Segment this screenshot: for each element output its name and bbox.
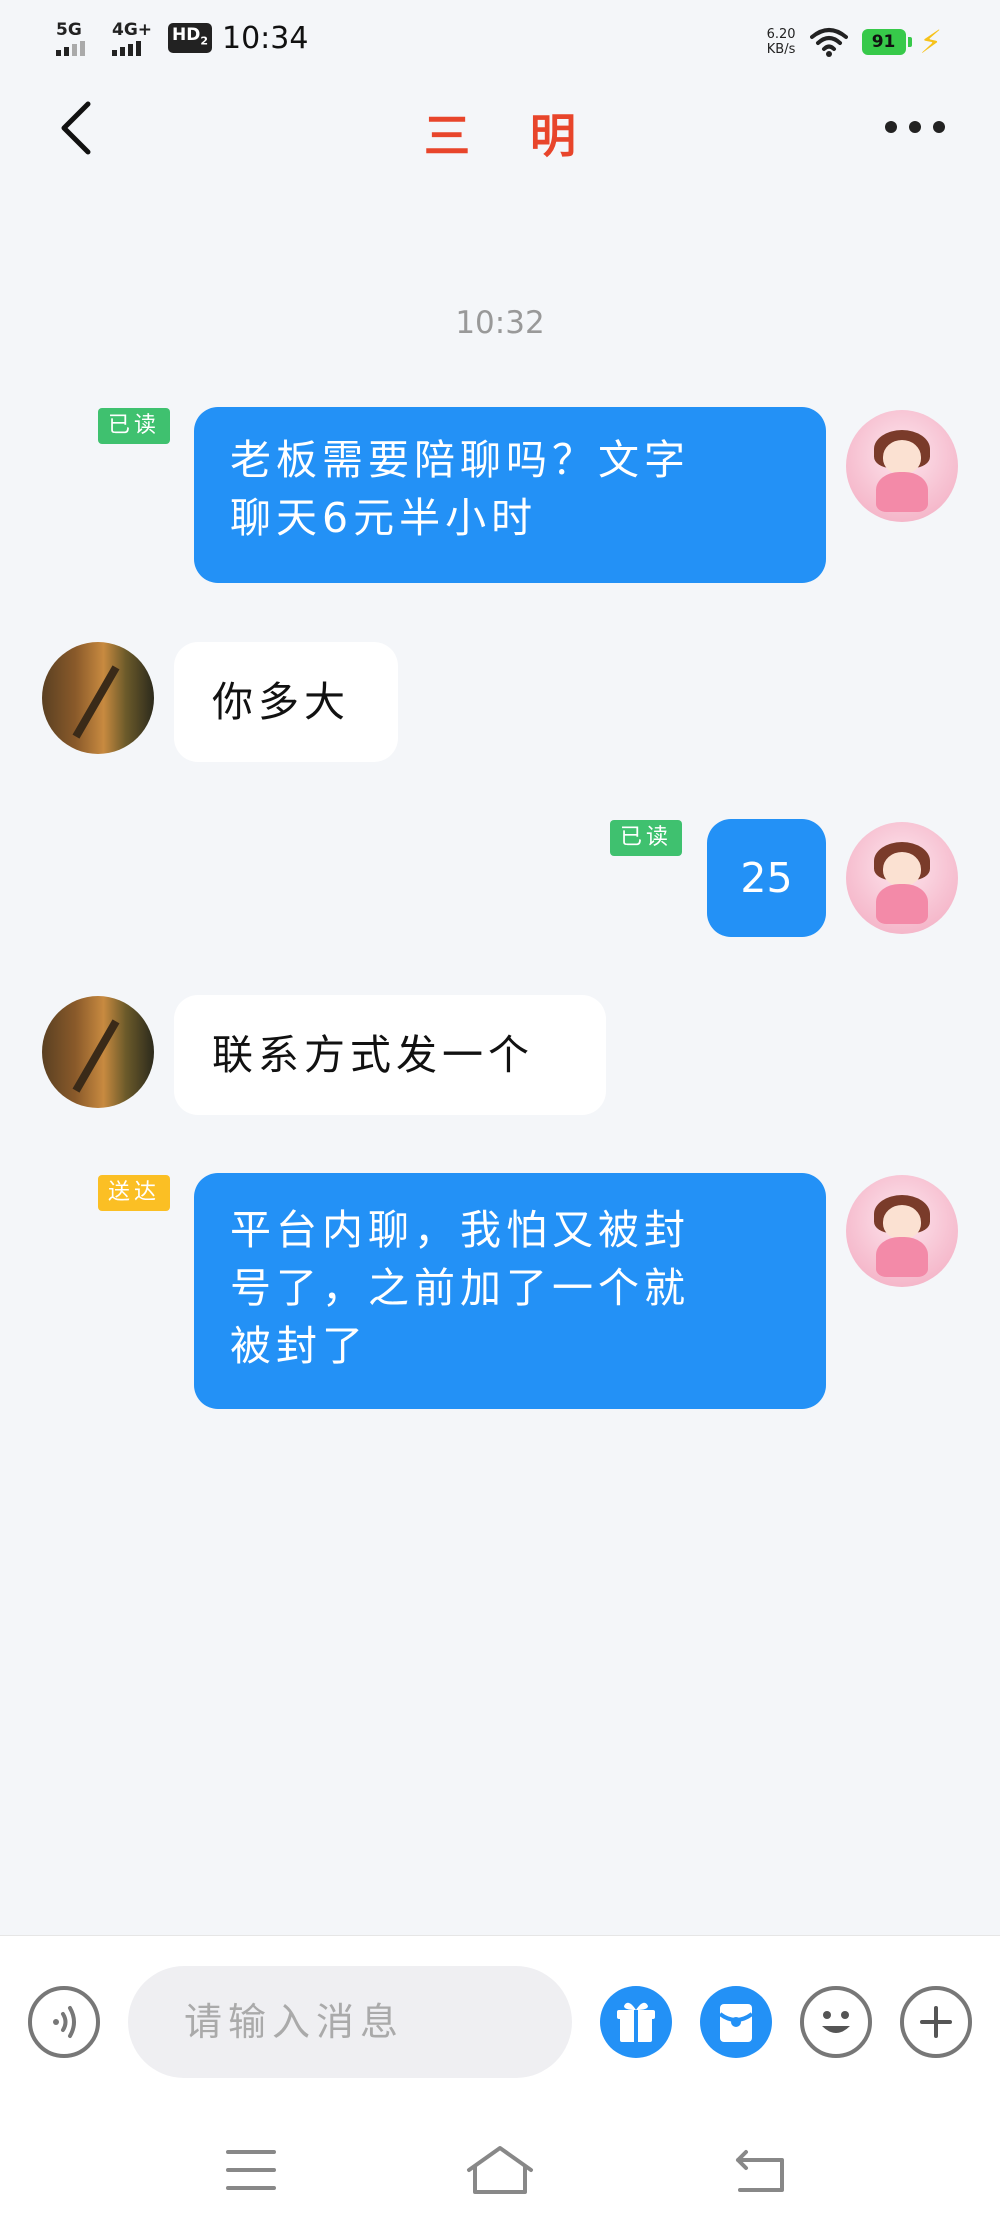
signal-icon: 4G+ [112, 18, 158, 58]
home-button[interactable] [455, 2140, 545, 2200]
delivered-status-badge: 送达 [98, 1175, 171, 1211]
message-text-line: 联系方式发一个 [212, 1031, 534, 1079]
status-right: 6.20 KB/s 91 ⚡ [767, 20, 942, 64]
red-packet-button[interactable] [700, 1986, 772, 2058]
menu-button[interactable] [206, 2140, 296, 2200]
contact-avatar[interactable] [42, 996, 154, 1108]
message-bubble-incoming[interactable]: 你多大 [174, 642, 398, 762]
message-text-line: 你多大 [212, 678, 350, 726]
message-bubble-outgoing[interactable]: 25 [707, 819, 826, 937]
status-bar: 5G 4G+ HD2 10:34 6.20 KB/s 91 ⚡ [0, 0, 1000, 80]
back-icon [736, 2150, 784, 2192]
read-status-badge: 已读 [610, 820, 683, 856]
gift-button[interactable] [600, 1986, 672, 2058]
home-icon [467, 2146, 533, 2194]
back-nav-button[interactable] [716, 2140, 806, 2200]
gift-icon [617, 2002, 655, 2042]
charging-icon: ⚡ [919, 23, 942, 61]
message-text-line: 聊天6元半小时 [230, 494, 538, 542]
signal-label: 4G+ [112, 20, 153, 40]
network-speed: 6.20 KB/s [766, 27, 796, 57]
emoji-icon [822, 2011, 850, 2033]
more-button[interactable] [880, 102, 950, 152]
plus-button[interactable] [900, 1986, 972, 2058]
emoji-button[interactable] [800, 1986, 872, 2058]
battery-icon: 91 [861, 29, 912, 55]
message-text-line: 25 [740, 854, 793, 902]
my-avatar[interactable] [846, 410, 958, 522]
message-bubble-incoming[interactable]: 联系方式发一个 [174, 995, 606, 1115]
menu-icon [226, 2150, 276, 2190]
system-nav-bar [0, 2110, 1000, 2222]
page-title: 三 明 [423, 109, 598, 163]
plus-icon [920, 2006, 952, 2038]
message-bubble-outgoing[interactable]: 老板需要陪聊吗？文字 聊天6元半小时 [194, 407, 826, 583]
signal-icon: 5G [56, 18, 102, 58]
message-input[interactable] [128, 1966, 572, 2078]
wifi-icon [809, 28, 848, 57]
message-bubble-outgoing[interactable]: 平台内聊，我怕又被封 号了，之前加了一个就 被封了 [194, 1173, 826, 1409]
message-text-line: 平台内聊，我怕又被封 [230, 1206, 690, 1254]
chat-header: 三 明 [0, 80, 1000, 176]
message-text-line: 老板需要陪聊吗？文字 [230, 436, 690, 484]
more-dots-icon [885, 121, 945, 133]
voice-icon [53, 2006, 76, 2038]
my-avatar[interactable] [846, 1175, 958, 1287]
hd-badge: HD2 [168, 22, 212, 54]
my-avatar[interactable] [846, 822, 958, 934]
signal-label: 5G [56, 20, 82, 40]
contact-avatar[interactable] [42, 642, 154, 754]
time-separator: 10:32 [455, 305, 545, 341]
status-time: 10:34 [222, 20, 309, 56]
input-bar [0, 1935, 1000, 2111]
message-text-line: 被封了 [230, 1322, 368, 1370]
voice-button[interactable] [28, 1986, 100, 2058]
status-left: 5G 4G+ HD2 10:34 [56, 16, 308, 60]
red-packet-icon [718, 2004, 754, 2042]
read-status-badge: 已读 [98, 408, 171, 444]
message-text-line: 号了，之前加了一个就 [230, 1264, 690, 1312]
